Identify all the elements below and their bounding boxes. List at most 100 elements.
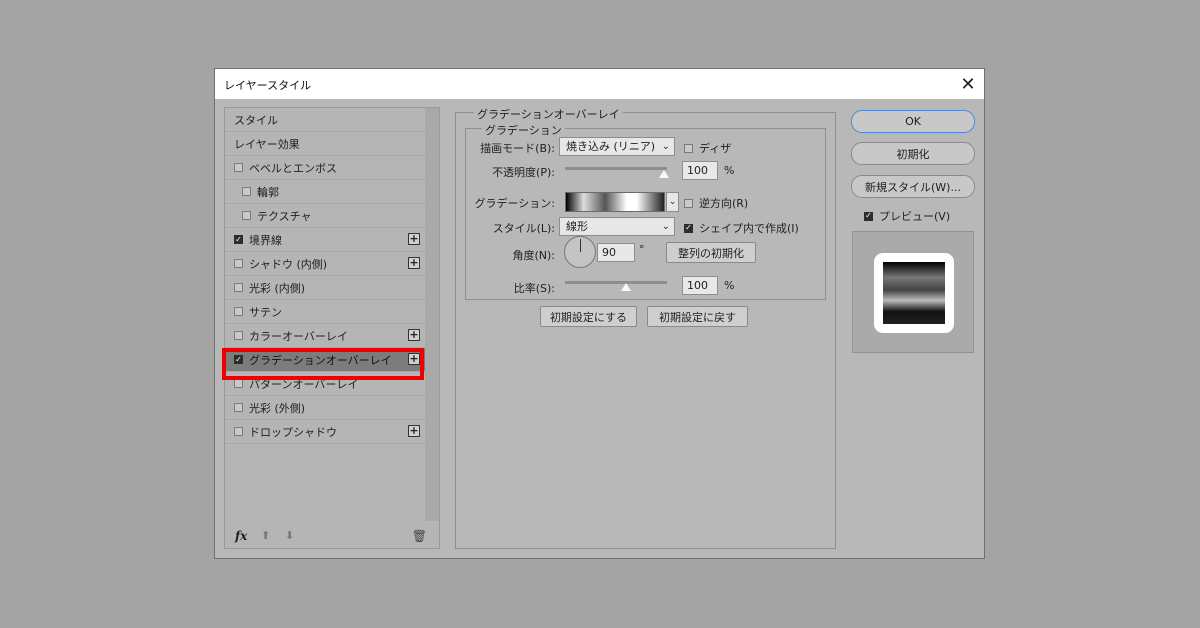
effect-label: テクスチャ — [257, 209, 312, 223]
effect-item[interactable]: レイヤー効果 — [225, 132, 425, 156]
effects-panel: スタイル レイヤー効果 ベベルとエンボス 輪郭 テクスチャ ✓ 境界線 + シャドウ (内側) +… — [224, 107, 440, 549]
effect-checkbox[interactable]: ✓ — [234, 235, 243, 244]
effect-label: ベベルとエンボス — [249, 161, 337, 175]
blend-mode-value: 焼き込み (リニア) — [566, 140, 656, 153]
blend-mode-select[interactable]: 焼き込み (リニア) ⌄ — [559, 137, 675, 156]
preview-label: プレビュー(V) — [879, 210, 951, 223]
add-effect-icon[interactable]: + — [408, 233, 420, 245]
dither-label: ディザ — [699, 142, 732, 155]
scale-slider-track[interactable] — [565, 281, 667, 284]
gradient-swatch[interactable] — [565, 192, 665, 212]
effect-label: サテン — [249, 305, 282, 319]
preview-area — [852, 231, 974, 353]
gradient-picker-chevron-icon[interactable]: ⌄ — [666, 192, 679, 212]
style-label: スタイル(L): — [492, 222, 555, 235]
angle-dial[interactable] — [564, 236, 596, 268]
dither-box — [684, 143, 693, 153]
opacity-slider-thumb[interactable] — [659, 170, 669, 178]
effect-label: パターンオーバーレイ — [249, 377, 359, 391]
ok-button[interactable]: OK — [851, 110, 975, 133]
group-title: グラデーション — [482, 122, 565, 138]
effect-checkbox[interactable] — [234, 379, 243, 388]
effect-item[interactable]: パターンオーバーレイ — [225, 372, 425, 396]
opacity-slider-track[interactable] — [565, 167, 667, 170]
reverse-box — [684, 198, 693, 208]
trash-icon[interactable]: 🗑 — [412, 529, 427, 543]
section-title: グラデーションオーバーレイ — [474, 106, 623, 122]
make-default-button[interactable]: 初期設定にする — [540, 306, 637, 327]
effect-label: スタイル — [234, 113, 278, 127]
fx-icon[interactable]: fx — [235, 529, 247, 543]
effect-label: 光彩 (内側) — [249, 281, 306, 295]
layer-style-dialog: レイヤースタイル ✕ スタイルレイヤー効果ベベルとエンボス輪郭テクスチャ ✓ 境界線… — [214, 68, 985, 559]
arrow-up-icon[interactable]: ⬆ — [261, 529, 270, 542]
gradient-group: グラデーション 描画モード(B): 焼き込み (リニア) ⌄ ディザ 不透明度(… — [465, 122, 826, 300]
reset-alignment-button[interactable]: 整列の初期化 — [666, 242, 756, 263]
preview-thumbnail — [874, 253, 954, 333]
reset-button[interactable]: 初期化 — [851, 142, 975, 165]
effect-checkbox[interactable] — [234, 427, 243, 436]
effect-item[interactable]: シャドウ (内側) + — [225, 252, 425, 276]
effect-label: 光彩 (外側) — [249, 401, 306, 415]
effect-checkbox[interactable] — [242, 211, 251, 220]
preview-gradient — [883, 262, 945, 324]
effect-item[interactable]: 光彩 (内側) — [225, 276, 425, 300]
reset-default-button[interactable]: 初期設定に戻す — [647, 306, 748, 327]
scale-slider-thumb[interactable] — [620, 283, 631, 291]
reverse-checkbox[interactable]: 逆方向(R) — [684, 195, 748, 211]
effect-item[interactable]: 光彩 (外側) — [225, 396, 425, 420]
gradient-overlay-panel: グラデーションオーバーレイ グラデーション 描画モード(B): 焼き込み (リニ… — [455, 106, 836, 549]
align-with-layer-label: シェイプ内で作成(I) — [699, 222, 799, 235]
add-effect-icon[interactable]: + — [408, 353, 420, 365]
effect-checkbox[interactable] — [234, 307, 243, 316]
angle-input[interactable]: 90 — [597, 243, 635, 262]
add-effect-icon[interactable]: + — [408, 257, 420, 269]
opacity-input[interactable]: 100 — [682, 161, 718, 180]
effect-label: グラデーションオーバーレイ — [249, 353, 392, 367]
effect-label: レイヤー効果 — [234, 137, 300, 151]
effect-checkbox[interactable]: ✓ — [234, 355, 243, 364]
gradient-label: グラデーション: — [474, 197, 556, 210]
effect-checkbox[interactable] — [234, 163, 243, 172]
effect-item[interactable]: スタイル — [225, 108, 425, 132]
effects-list: スタイル レイヤー効果 ベベルとエンボス 輪郭 テクスチャ ✓ 境界線 + シャドウ (内側) +… — [225, 108, 425, 444]
effect-item[interactable]: テクスチャ — [225, 204, 425, 228]
add-effect-icon[interactable]: + — [408, 329, 420, 341]
preview-checkbox[interactable]: ✓ プレビュー(V) — [864, 208, 950, 224]
effect-item[interactable]: カラーオーバーレイ + — [225, 324, 425, 348]
close-icon[interactable]: ✕ — [952, 69, 984, 99]
align-with-layer-box: ✓ — [684, 223, 693, 233]
dialog-title: レイヤースタイル — [224, 79, 312, 92]
effect-label: カラーオーバーレイ — [249, 329, 348, 343]
effect-item[interactable]: ドロップシャドウ + — [225, 420, 425, 444]
effect-item[interactable]: ベベルとエンボス — [225, 156, 425, 180]
preview-box: ✓ — [864, 211, 873, 221]
effect-checkbox[interactable] — [234, 403, 243, 412]
effect-label: 境界線 — [249, 233, 282, 247]
new-style-button[interactable]: 新規スタイル(W)... — [851, 175, 975, 198]
effects-scrollbar[interactable] — [425, 108, 439, 521]
add-effect-icon[interactable]: + — [408, 425, 420, 437]
scale-unit: % — [724, 279, 735, 292]
scale-input[interactable]: 100 — [682, 276, 718, 295]
effect-checkbox[interactable] — [234, 331, 243, 340]
angle-unit: ° — [639, 243, 645, 256]
dither-checkbox[interactable]: ディザ — [684, 140, 731, 156]
effects-footer: fx ⬆ ⬇ 🗑 — [225, 526, 439, 548]
chevron-down-icon: ⌄ — [661, 141, 670, 152]
effect-checkbox[interactable] — [234, 259, 243, 268]
effect-label: ドロップシャドウ — [249, 425, 337, 439]
style-select[interactable]: 線形 ⌄ — [559, 217, 675, 236]
align-with-layer-checkbox[interactable]: ✓ シェイプ内で作成(I) — [684, 220, 799, 236]
opacity-unit: % — [724, 164, 735, 177]
scale-label: 比率(S): — [513, 282, 555, 295]
effect-item[interactable]: ✓ グラデーションオーバーレイ + — [225, 348, 425, 372]
angle-label: 角度(N): — [512, 249, 555, 262]
effect-checkbox[interactable] — [242, 187, 251, 196]
effect-item[interactable]: 輪郭 — [225, 180, 425, 204]
effect-item[interactable]: ✓ 境界線 + — [225, 228, 425, 252]
effect-label: 輪郭 — [257, 185, 279, 199]
effect-checkbox[interactable] — [234, 283, 243, 292]
effect-item[interactable]: サテン — [225, 300, 425, 324]
arrow-down-icon[interactable]: ⬇ — [285, 529, 294, 542]
